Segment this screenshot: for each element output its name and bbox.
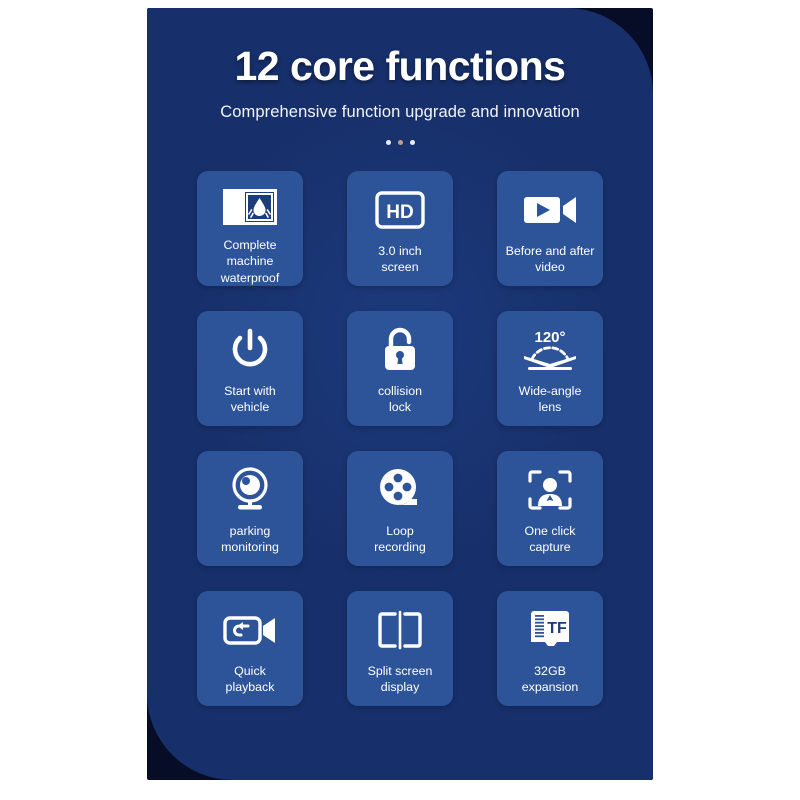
film-reel-icon bbox=[377, 464, 423, 516]
page-title: 12 core functions bbox=[234, 43, 566, 89]
feature-card[interactable]: Start with vehicle bbox=[197, 311, 303, 427]
feature-label: Before and after video bbox=[505, 244, 595, 275]
infographic-canvas: 12 core functions Comprehensive function… bbox=[0, 0, 800, 800]
tf-card-icon: TF bbox=[526, 604, 574, 656]
hd-screen-icon: HD bbox=[375, 184, 425, 236]
wide-angle-lens-icon: 120° bbox=[519, 324, 581, 376]
feature-card[interactable]: collision lock bbox=[347, 311, 453, 427]
feature-card[interactable]: 120° Wide-angle lens bbox=[497, 311, 603, 427]
playback-camera-icon bbox=[222, 604, 278, 656]
tf-card-label: TF bbox=[547, 620, 567, 637]
feature-card[interactable]: HD 3.0 inch screen bbox=[347, 171, 453, 287]
feature-grid: Complete machine waterproof HD 3.0 inch … bbox=[197, 171, 603, 707]
padlock-icon bbox=[380, 324, 420, 376]
feature-card[interactable]: Split screen display bbox=[347, 591, 453, 707]
split-screen-icon bbox=[375, 604, 425, 656]
page-subtitle: Comprehensive function upgrade and innov… bbox=[220, 103, 580, 122]
video-camera-icon bbox=[522, 184, 578, 236]
feature-card[interactable]: Complete machine waterproof bbox=[197, 171, 303, 287]
feature-label: Wide-angle lens bbox=[518, 384, 582, 415]
webcam-icon bbox=[228, 464, 272, 516]
feature-label: One click capture bbox=[524, 524, 576, 555]
feature-label: Loop recording bbox=[374, 524, 426, 555]
power-button-icon bbox=[229, 324, 271, 376]
dot-3 bbox=[409, 140, 415, 146]
feature-label: collision lock bbox=[377, 384, 423, 415]
dots-separator bbox=[147, 140, 653, 146]
feature-card[interactable]: Before and after video bbox=[497, 171, 603, 287]
feature-card[interactable]: Loop recording bbox=[347, 451, 453, 567]
feature-label: Start with vehicle bbox=[224, 384, 276, 415]
feature-card[interactable]: TF 32GB expansion bbox=[497, 591, 603, 707]
feature-label: 3.0 inch screen bbox=[378, 244, 422, 275]
wide-angle-degrees: 120° bbox=[534, 329, 565, 346]
feature-label: 32GB expansion bbox=[521, 664, 579, 695]
feature-card[interactable]: Quick playback bbox=[197, 591, 303, 707]
feature-label: parking monitoring bbox=[221, 524, 279, 555]
feature-card[interactable]: One click capture bbox=[497, 451, 603, 567]
svg-text:HD: HD bbox=[386, 202, 413, 223]
feature-label: Complete machine waterproof bbox=[220, 237, 280, 285]
dot-2 bbox=[397, 140, 403, 146]
feature-panel: 12 core functions Comprehensive function… bbox=[147, 8, 653, 780]
feature-label: Split screen display bbox=[367, 664, 433, 695]
dot-1 bbox=[385, 140, 391, 146]
face-capture-icon bbox=[526, 464, 574, 516]
waterproof-icon bbox=[222, 184, 278, 230]
panel-header: 12 core functions Comprehensive function… bbox=[147, 8, 653, 146]
feature-label: Quick playback bbox=[225, 664, 275, 695]
feature-card[interactable]: parking monitoring bbox=[197, 451, 303, 567]
